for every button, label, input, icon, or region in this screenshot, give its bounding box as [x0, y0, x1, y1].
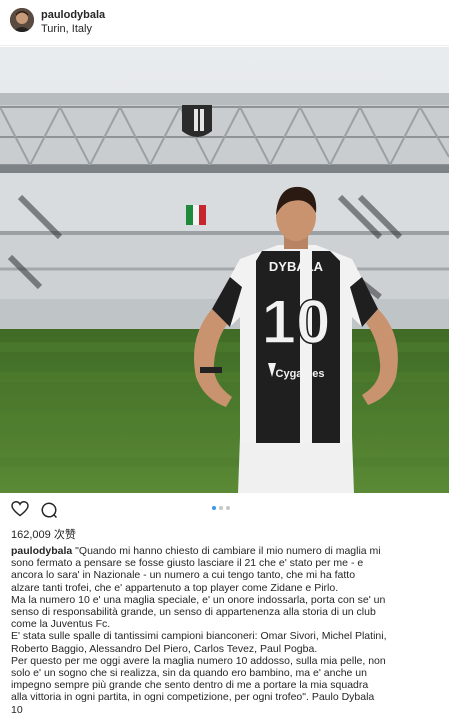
jersey-number: 10: [262, 288, 331, 357]
caption-line: alla vittoria in ogni partita, in ogni c…: [11, 691, 375, 704]
post-username[interactable]: paulodybala: [41, 9, 105, 21]
caption-username[interactable]: paulodybala: [11, 545, 72, 557]
caption-line: Roberto Baggio, Alessandro Del Piero, Ca…: [11, 642, 318, 655]
jersey-sponsor: Cygames: [276, 368, 325, 380]
caption-line: E' stata sulle spalle di tantissimi camp…: [11, 630, 387, 643]
caption-line: ancora lo sara' in Nazionale - un numero…: [11, 569, 356, 582]
carousel-dot: [219, 506, 223, 510]
post-actions: [0, 495, 449, 523]
like-count[interactable]: 162,009 次赞: [11, 526, 76, 542]
caption-line: come la Juventus Fc.: [11, 618, 111, 631]
caption-text: "Quando mi hanno chiesto di cambiare il …: [72, 545, 381, 557]
carousel-dot-active: [212, 506, 216, 510]
caption-line: alzare tanti trofei, che e' appartenuto …: [11, 581, 339, 594]
caption-first-line: paulodybala "Quando mi hanno chiesto di …: [11, 545, 441, 557]
caption-line: Per questo per me oggi avere la maglia n…: [11, 654, 386, 667]
avatar[interactable]: [10, 8, 34, 32]
jersey-name: DYBALA: [269, 259, 324, 274]
post-location[interactable]: Turin, Italy: [41, 23, 92, 35]
avatar-image: [10, 8, 34, 32]
comment-icon[interactable]: [40, 501, 58, 524]
heart-icon[interactable]: [11, 500, 29, 522]
caption-line: Ma la numero 10 e' una maglia speciale, …: [11, 593, 386, 606]
carousel-dot: [226, 506, 230, 510]
caption-line: senso di responsabilità grande, un senso…: [11, 606, 376, 619]
caption-line: solo e' un sogno che si realizza, sin da…: [11, 667, 367, 680]
club-logo: [182, 105, 212, 137]
post-header: paulodybala Turin, Italy: [0, 0, 449, 46]
caption-line: sono fermato a pensare se fosse giusto l…: [11, 557, 364, 570]
post-photo[interactable]: DYBALA 10 Cygames: [0, 47, 449, 493]
stadium-roof: [0, 93, 449, 173]
post-caption: paulodybala "Quando mi hanno chiesto di …: [11, 545, 441, 716]
caption-line: impegno sempre più grande che sento dent…: [11, 679, 369, 692]
caption-line: 10: [11, 703, 23, 716]
